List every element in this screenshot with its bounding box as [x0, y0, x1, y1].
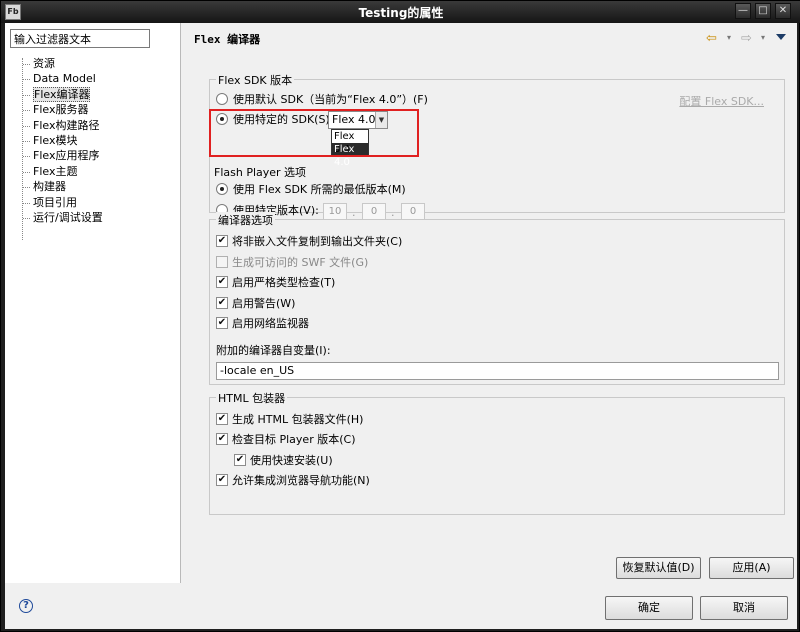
apply-button[interactable]: 应用(A): [709, 557, 794, 579]
tree-item-label: Flex构建路径: [33, 118, 100, 132]
html-option-label: 检查目标 Player 版本(C): [232, 433, 356, 447]
checkbox[interactable]: [216, 276, 228, 288]
close-button[interactable]: ✕: [775, 3, 791, 19]
checkbox[interactable]: [216, 255, 228, 268]
checkbox[interactable]: [234, 453, 246, 466]
highlight-box: [209, 109, 419, 157]
version-separator: .: [391, 206, 395, 219]
checkbox[interactable]: [216, 317, 228, 329]
checkbox[interactable]: [216, 433, 228, 446]
html-option-label: 允许集成浏览器导航功能(N): [232, 473, 370, 487]
compiler-option-label: 启用警告(W): [232, 296, 296, 310]
html-option[interactable]: 使用快速安装(U): [234, 453, 333, 469]
html-group-title: HTML 包装器: [216, 390, 288, 406]
tree-item-label: Data Model: [33, 72, 96, 86]
property-tree-pane: 资源 Data ModelFlex编译器Flex服务器Flex构建路径Flex模块…: [5, 23, 181, 583]
tree-item[interactable]: Flex服务器: [21, 102, 177, 117]
html-wrapper-group: HTML 包装器 生成 HTML 包装器文件(H) 检查目标 Player 版本(…: [209, 390, 785, 515]
view-menu-icon[interactable]: [776, 34, 786, 40]
ok-button[interactable]: 确定: [605, 596, 693, 620]
maximize-button[interactable]: □: [755, 3, 771, 19]
tree-item-label: Flex编译器: [33, 86, 91, 102]
tree-item[interactable]: 构建器: [21, 179, 177, 194]
tree-item-label: 构建器: [33, 180, 66, 194]
player-group-title: Flash Player 选项: [212, 164, 309, 180]
configure-sdk-link[interactable]: 配置 Flex SDK...: [679, 93, 764, 109]
forward-arrow-icon[interactable]: ⇨: [741, 31, 752, 46]
compiler-option-label: 启用网络监视器: [232, 317, 309, 330]
compiler-option[interactable]: 启用网络监视器: [216, 316, 309, 332]
tree-item-label: 资源: [33, 57, 55, 70]
tree-item[interactable]: Flex应用程序: [21, 148, 177, 163]
window-title: Testing的属性: [358, 6, 444, 20]
property-tree: 资源 Data Model Flex编译器 Flex服务器 Flex构建路径 Flex模块…: [21, 56, 177, 225]
compiler-group-title: 编译器选项: [216, 212, 275, 228]
minimize-button[interactable]: —: [735, 3, 751, 19]
checkbox[interactable]: [216, 413, 228, 425]
tree-item[interactable]: Flex主题: [21, 164, 177, 179]
sdk-group-title: Flex SDK 版本: [216, 72, 295, 88]
html-option-label: 生成 HTML 包装器文件(H): [232, 413, 364, 426]
back-history-chevron-down-icon[interactable]: ▾: [727, 33, 731, 42]
version-separator: .: [352, 206, 356, 219]
tree-item[interactable]: Flex编译器: [21, 86, 177, 102]
tree-item-label: Flex应用程序: [33, 149, 100, 163]
compiler-option-label: 启用严格类型检查(T): [232, 276, 336, 289]
filter-input[interactable]: [10, 29, 150, 48]
compiler-args-input[interactable]: -locale en_US: [216, 362, 779, 380]
html-option[interactable]: 允许集成浏览器导航功能(N): [216, 473, 370, 489]
compiler-option[interactable]: 启用严格类型检查(T): [216, 275, 335, 291]
tree-item-label: Flex服务器: [33, 103, 89, 117]
compiler-option-label: 将非嵌入文件复制到输出文件夹(C): [232, 235, 403, 248]
flex-compiler-page: Flex 编译器 ⇦ ▾ ⇨ ▾ Flex SDK 版本 使用默认 SDK（当前…: [182, 23, 797, 583]
default-sdk-radio[interactable]: [216, 93, 228, 105]
html-option[interactable]: 检查目标 Player 版本(C): [216, 432, 356, 448]
checkbox[interactable]: [216, 296, 228, 309]
title-bar[interactable]: Fb Testing的属性 — □ ✕: [1, 1, 800, 23]
default-sdk-label: 使用默认 SDK（当前为“Flex 4.0”）(F): [233, 93, 428, 106]
compiler-args-label: 附加的编译器自变量(I):: [216, 344, 331, 357]
cancel-button[interactable]: 取消: [700, 596, 788, 620]
compiler-options-group: 编译器选项 将非嵌入文件复制到输出文件夹(C) 生成可访问的 SWF 文件(G) 启…: [209, 212, 785, 385]
dialog-client: 资源 Data ModelFlex编译器Flex服务器Flex构建路径Flex模块…: [5, 23, 797, 629]
min-player-option[interactable]: 使用 Flex SDK 所需的最低版本(M): [216, 182, 406, 198]
tree-item[interactable]: Data Model: [21, 71, 177, 86]
compiler-option[interactable]: 将非嵌入文件复制到输出文件夹(C): [216, 234, 402, 250]
tree-item-label: 项目引用: [33, 195, 77, 209]
tree-item[interactable]: Flex模块: [21, 133, 177, 148]
page-title: Flex 编译器: [194, 33, 261, 46]
min-player-label: 使用 Flex SDK 所需的最低版本(M): [233, 183, 406, 196]
tree-item[interactable]: 运行/调试设置: [21, 210, 177, 225]
checkbox[interactable]: [216, 235, 228, 247]
tree-item[interactable]: Flex构建路径: [21, 118, 177, 133]
checkbox[interactable]: [216, 473, 228, 486]
properties-window: Fb Testing的属性 — □ ✕ 资源Data ModelFlex编译器F…: [0, 0, 800, 632]
tree-item-label: Flex主题: [33, 164, 78, 178]
back-arrow-icon[interactable]: ⇦: [706, 31, 717, 46]
tree-item[interactable]: 资源: [21, 56, 177, 71]
default-sdk-option[interactable]: 使用默认 SDK（当前为“Flex 4.0”）(F): [216, 92, 428, 108]
tree-item[interactable]: 项目引用: [21, 195, 177, 210]
html-option-label: 使用快速安装(U): [250, 453, 333, 467]
compiler-option-label: 生成可访问的 SWF 文件(G): [232, 255, 369, 269]
restore-defaults-button[interactable]: 恢复默认值(D): [616, 557, 701, 579]
html-option[interactable]: 生成 HTML 包装器文件(H): [216, 412, 363, 428]
forward-history-chevron-down-icon[interactable]: ▾: [761, 33, 765, 42]
tree-item-label: Flex模块: [33, 133, 78, 147]
compiler-option[interactable]: 启用警告(W): [216, 296, 295, 312]
compiler-option[interactable]: 生成可访问的 SWF 文件(G): [216, 255, 368, 271]
tree-item-label: 运行/调试设置: [33, 210, 103, 224]
min-player-radio[interactable]: [216, 183, 228, 195]
help-icon[interactable]: ?: [19, 599, 33, 613]
